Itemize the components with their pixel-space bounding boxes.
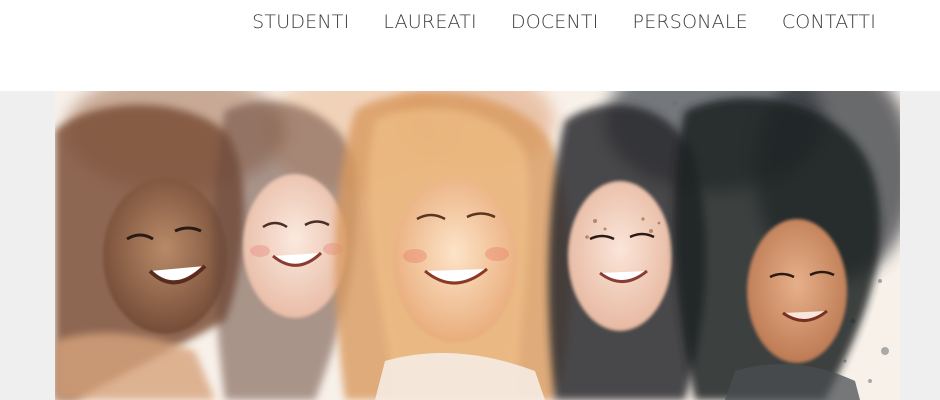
nav-item-docenti[interactable]: DOCENTI [511,9,599,35]
hero-image [55,91,900,400]
nav-item-personale[interactable]: PERSONALE [633,9,748,35]
site-header: STUDENTI LAUREATI DOCENTI PERSONALE CONT… [0,0,940,91]
nav-item-laureati[interactable]: LAUREATI [383,9,476,35]
main-nav: STUDENTI LAUREATI DOCENTI PERSONALE CONT… [252,9,876,35]
nav-item-studenti[interactable]: STUDENTI [252,9,349,35]
watercolor-women-illustration [55,91,900,400]
nav-item-contatti[interactable]: CONTATTI [782,9,876,35]
page-content [0,91,940,400]
